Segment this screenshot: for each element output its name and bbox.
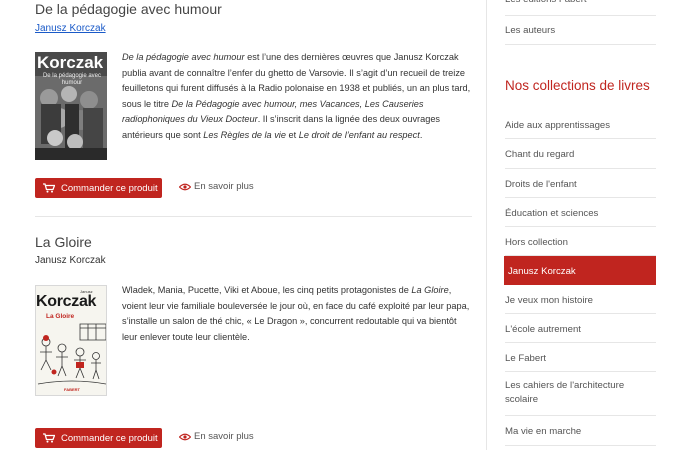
product-author: Janusz Korczak [35,255,106,266]
product-item: La Gloire Janusz Korczak Janusz Korczak … [35,232,472,450]
sidebar-item-authors[interactable]: Les auteurs [505,16,656,45]
sidebar-item-collection[interactable]: Les cahiers de l'architecture scolaire [505,372,656,416]
order-button-label: Commander ce produit [61,432,158,444]
product-title[interactable]: De la pédagogie avec humour [35,1,222,17]
description-segment: De la pédagogie avec humour [122,52,245,62]
cover-brand-text: Korczak [36,293,97,310]
cover-subtitle-text: De la pédagogie avec humour [42,73,102,86]
product-description: Wladek, Mania, Pucette, Viki et Aboue, l… [122,283,472,345]
learn-more-link[interactable]: En savoir plus [178,431,254,442]
sidebar-item-collection[interactable]: Ma vie en marche [505,416,656,446]
description-segment: Les Règles de la vie [203,129,286,140]
sidebar-item-collection[interactable]: Janusz Korczak [504,256,656,285]
sidebar-item-collection[interactable]: L'école autrement [505,314,656,343]
learn-more-label: En savoir plus [194,181,254,192]
sidebar: Les éditions Fabert Les auteurs Nos coll… [486,0,656,450]
cart-icon [43,433,56,443]
sidebar-item-collection[interactable]: Éducation et sciences [505,198,656,227]
sidebar-item-collection[interactable]: Je veux mon histoire [505,285,656,314]
sidebar-item-collection[interactable]: Droits de l'enfant [505,169,656,198]
product-item: De la pédagogie avec humour Janusz Korcz… [35,0,472,217]
description-segment: . [419,129,423,140]
cart-icon [43,183,56,193]
order-button[interactable]: Commander ce produit [35,178,162,198]
eye-icon [178,433,192,441]
sidebar-item-collection[interactable]: Aide aux apprentissages [505,110,656,139]
product-author-link[interactable]: Janusz Korczak [35,23,106,34]
product-description: De la pédagogie avec humour est l’une de… [122,50,472,144]
learn-more-label: En savoir plus [194,431,254,442]
sidebar-item-collection[interactable]: Chant du regard [505,139,656,169]
product-cover-image[interactable]: Korczak De la pédagogie avec humour [35,52,107,160]
order-button[interactable]: Commander ce produit [35,428,162,448]
description-segment: et [285,129,299,140]
product-cover-image[interactable]: Janusz Korczak La Gloire FABERT [35,285,107,396]
description-segment: Le droit de l’enfant au respect [298,129,420,140]
sidebar-item-editions[interactable]: Les éditions Fabert [505,0,656,16]
product-title[interactable]: La Gloire [35,234,92,250]
order-button-label: Commander ce produit [61,182,158,194]
cover-subtitle-text: La Gloire [46,313,75,320]
eye-icon [178,183,192,191]
learn-more-link[interactable]: En savoir plus [178,181,254,192]
cover-publisher-text: FABERT [64,387,80,392]
sidebar-item-collection[interactable]: Hors collection [505,227,656,256]
sidebar-item-collection[interactable]: Le Fabert [505,343,656,372]
cover-brand-text: Korczak [37,53,104,72]
description-segment: La Gloire [411,285,449,295]
collections-heading: Nos collections de livres [505,78,650,93]
description-segment: Wladek, Mania, Pucette, Viki et Aboue, l… [122,285,412,295]
product-divider [35,216,472,217]
